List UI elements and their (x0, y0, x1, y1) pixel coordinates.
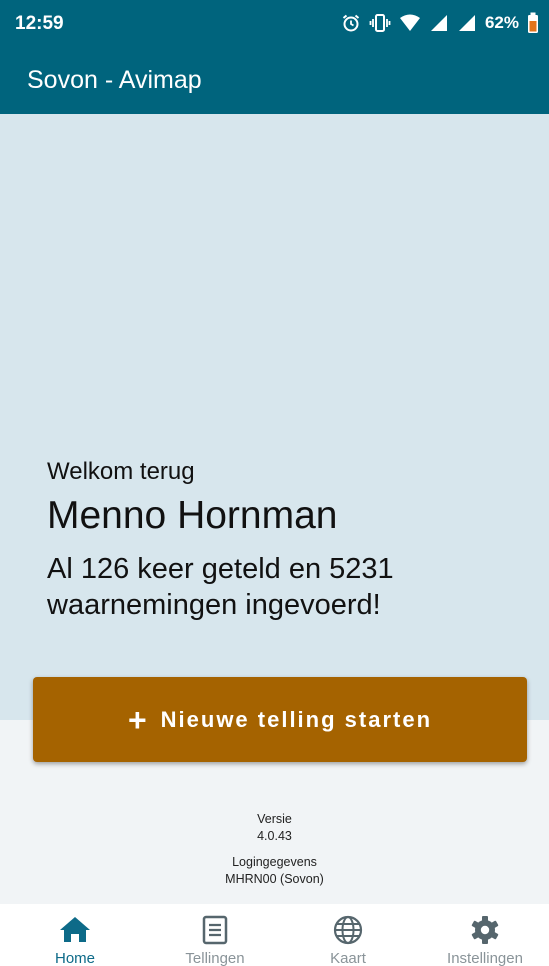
login-label: Logingegevens (232, 855, 317, 869)
status-bar: 12:59 62% (0, 0, 549, 48)
nav-label-home: Home (54, 950, 95, 966)
nav-item-instellingen[interactable]: Instellingen (430, 904, 540, 966)
app-bar: Sovon - Avimap (0, 48, 549, 114)
signal-icon (430, 15, 447, 31)
count-statistics: Al 126 keer geteld en 5231 waarnemingen … (47, 553, 394, 621)
welcome-panel: Welkom terug Menno Hornman Al 126 keer g… (0, 114, 549, 720)
nav-label-kaart: Kaart (330, 950, 366, 966)
version-value: 4.0.43 (257, 829, 292, 843)
plus-icon: + (127, 701, 147, 738)
status-icons: 62% (341, 10, 539, 36)
battery-percentage: 62% (484, 13, 519, 32)
nav-item-tellingen[interactable]: Tellingen (170, 904, 260, 966)
wifi-icon (399, 14, 420, 31)
app-title: Sovon - Avimap (27, 66, 202, 94)
nav-label-instellingen: Instellingen (447, 950, 523, 966)
welcome-subtitle: Welkom terug (47, 458, 195, 485)
start-new-count-label: Nieuwe telling starten (160, 706, 433, 732)
version-label: Versie (257, 812, 292, 826)
document-icon (202, 915, 228, 945)
login-value: MHRN00 (Sovon) (225, 872, 324, 886)
nav-item-home[interactable]: Home (35, 904, 115, 966)
user-name: Menno Hornman (47, 494, 338, 537)
start-new-count-button[interactable]: + Nieuwe telling starten (33, 677, 527, 762)
nav-label-tellingen: Tellingen (185, 950, 245, 966)
bottom-navigation: Home Tellingen Kaart Instellingen (0, 904, 549, 966)
vibrate-icon (369, 14, 391, 32)
battery-icon (528, 12, 538, 33)
status-time: 12:59 (15, 13, 64, 34)
signal-icon (458, 15, 475, 31)
nav-item-kaart[interactable]: Kaart (308, 904, 388, 966)
home-icon (60, 917, 90, 942)
globe-icon (333, 915, 363, 945)
alarm-icon (342, 14, 360, 32)
gear-icon (471, 916, 499, 944)
